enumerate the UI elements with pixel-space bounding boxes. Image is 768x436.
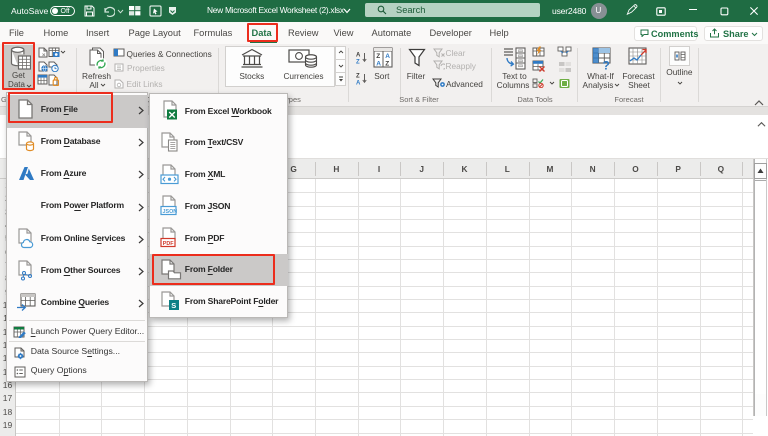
- svg-text:Z: Z: [376, 53, 380, 60]
- svg-text:Z: Z: [356, 60, 360, 65]
- svg-text:JSON: JSON: [163, 209, 178, 215]
- svg-text:A: A: [356, 53, 361, 59]
- svg-text:?: ?: [602, 58, 609, 70]
- svg-text:PDF: PDF: [163, 241, 174, 247]
- svg-text:A: A: [356, 80, 361, 85]
- svg-text:S: S: [171, 301, 176, 310]
- svg-text:A: A: [376, 61, 381, 68]
- svg-text:Z: Z: [356, 73, 360, 79]
- svg-text:Z: Z: [385, 61, 389, 68]
- svg-text:A: A: [385, 53, 390, 60]
